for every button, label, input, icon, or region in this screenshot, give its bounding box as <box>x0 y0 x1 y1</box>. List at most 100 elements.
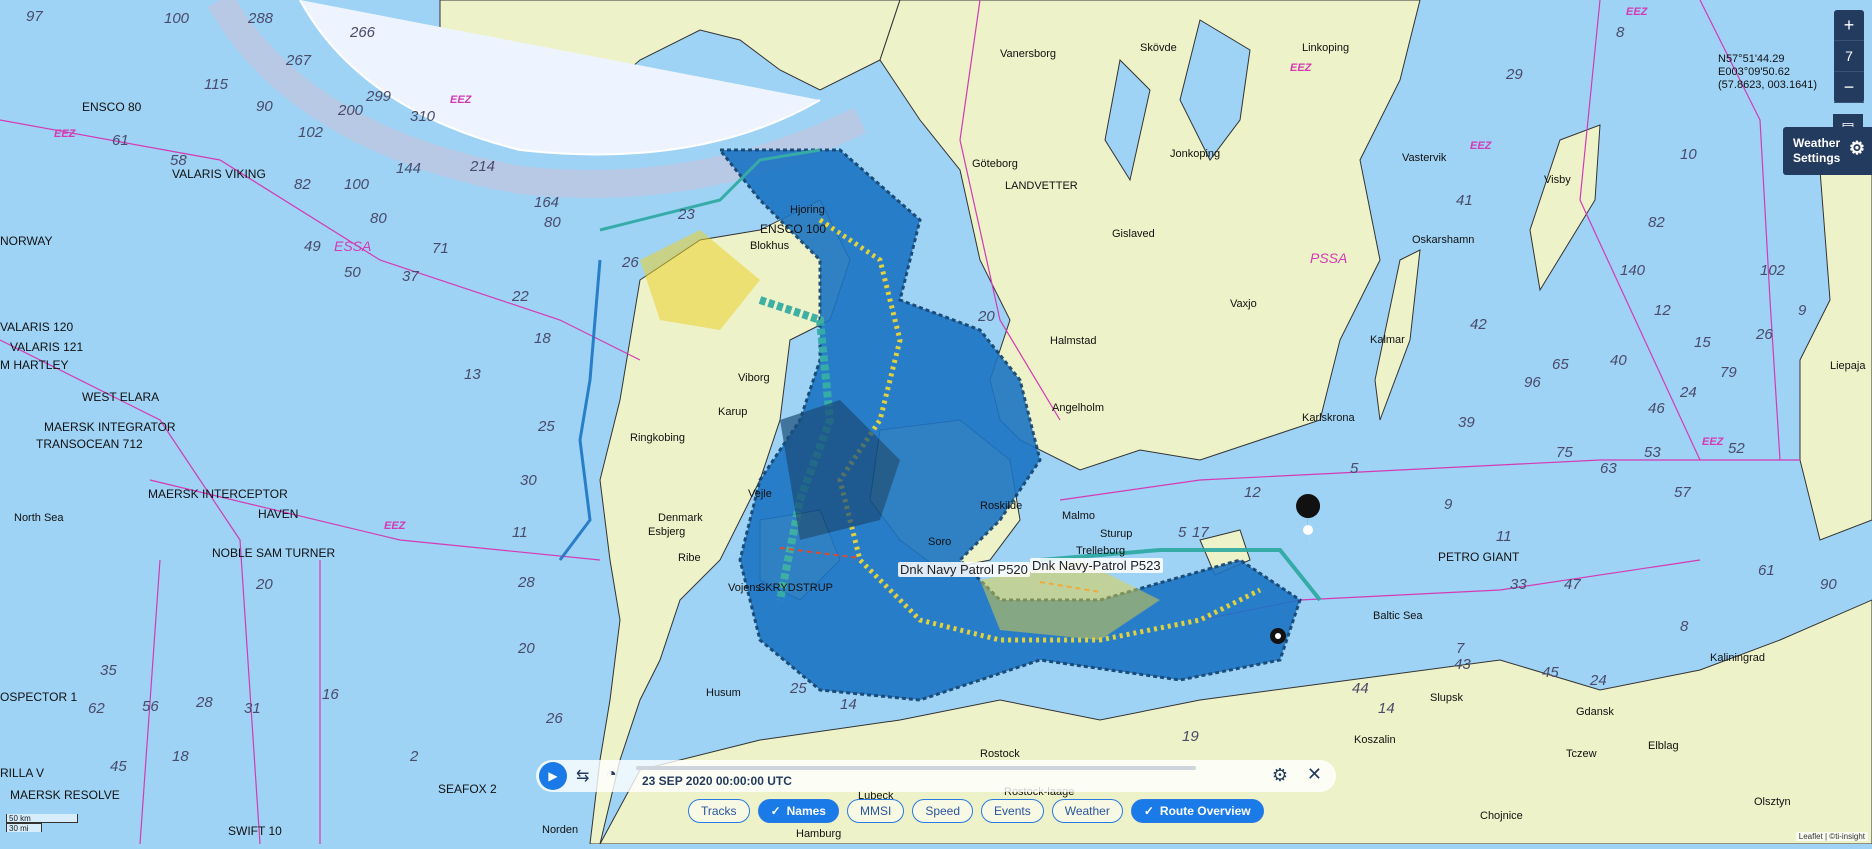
depth-label: 63 <box>1600 460 1617 477</box>
depth-label: 39 <box>1458 414 1475 431</box>
scale-mi: 30 mi <box>6 823 42 833</box>
city-label: Viborg <box>738 372 770 384</box>
playback-datetime: 23 SEP 2020 00:00:00 UTC <box>642 774 792 788</box>
city-label: Halmstad <box>1050 335 1097 347</box>
city-label: Liepaja <box>1830 360 1866 372</box>
depth-label: 41 <box>1456 192 1473 209</box>
city-label: Vojens <box>728 582 762 594</box>
loop-icon[interactable]: ⇆ <box>576 766 589 786</box>
city-label: LANDVETTER <box>1005 180 1078 192</box>
chip-mmsi[interactable]: MMSI <box>846 799 905 823</box>
depth-label: 140 <box>1620 262 1646 279</box>
depth-label: 11 <box>1496 528 1512 545</box>
depth-label: 214 <box>470 158 496 175</box>
depth-label: 29 <box>1506 66 1523 83</box>
rig-label: NORWAY <box>0 234 53 248</box>
city-label: Vaxjo <box>1230 298 1257 310</box>
depth-label: 18 <box>172 748 189 765</box>
city-label: Hjoring <box>790 204 825 216</box>
depth-label: 61 <box>1758 562 1775 579</box>
depth-label: 299 <box>366 88 392 105</box>
depth-label: 7 <box>1456 640 1465 657</box>
city-label: Gislaved <box>1112 228 1155 240</box>
depth-label: 42 <box>1470 316 1487 333</box>
depth-label: 13 <box>464 366 481 383</box>
cursor-coordinates: N57°51'44.29 E003°09'50.62 (57.8623, 003… <box>1718 53 1817 92</box>
depth-label: 200 <box>338 102 364 119</box>
depth-label: 33 <box>1510 576 1527 593</box>
depth-label: 53 <box>1644 444 1661 461</box>
depth-label: 28 <box>196 694 213 711</box>
coord-lat: N57°51'44.29 <box>1718 53 1785 65</box>
depth-label: 17 <box>1192 524 1209 541</box>
vessel-label[interactable]: Dnk Navy-Patrol P523 <box>1030 558 1163 573</box>
attribution[interactable]: Leaflet | ©ti-insight <box>1795 832 1868 841</box>
rig-label: OSPECTOR 1 <box>0 690 78 704</box>
city-label: Oskarshamn <box>1412 234 1475 246</box>
eez-label: EEZ <box>450 94 472 106</box>
depth-label: 5 <box>1178 524 1187 541</box>
city-label: Slupsk <box>1430 692 1464 704</box>
close-icon[interactable]: ✕ <box>1307 764 1322 785</box>
settings-label: Settings <box>1793 151 1841 165</box>
scale-km: 50 km <box>6 814 78 823</box>
rig-label: NOBLE SAM TURNER <box>212 546 336 560</box>
depth-label: 26 <box>622 254 639 271</box>
play-icon: ▶ <box>548 769 558 783</box>
depth-label: 288 <box>248 10 274 27</box>
city-label: Vejle <box>748 488 772 500</box>
chip-events[interactable]: Events <box>981 799 1044 823</box>
playback-bar: ▶ ⇆ ◔ 23 SEP 2020 00:00:00 UTC ⚙ ✕ <box>536 760 1336 792</box>
depth-label: 61 <box>112 132 129 149</box>
depth-label: 14 <box>1378 700 1395 717</box>
chip-route-overview[interactable]: Route Overview <box>1130 799 1264 823</box>
map-canvas[interactable]: ESSA PSSA North Sea Baltic Sea Göteborg … <box>0 0 1872 845</box>
city-label: Kalmar <box>1370 334 1405 346</box>
depth-label: 31 <box>244 700 261 717</box>
city-label: SKRYDSTRUP <box>758 582 833 594</box>
scale-bar: 50 km 30 mi <box>6 814 78 833</box>
depth-label: 266 <box>350 24 376 41</box>
city-label: Rostock <box>980 748 1020 760</box>
depth-label: 22 <box>512 288 529 305</box>
depth-label: 26 <box>546 710 563 727</box>
depth-label: 8 <box>1680 618 1689 635</box>
depth-label: 45 <box>110 758 127 775</box>
eez-label: EEZ <box>1470 140 1492 152</box>
weather-settings-button[interactable]: Weather Settings ⚙ <box>1783 127 1872 175</box>
playback-settings-icon[interactable]: ⚙ <box>1272 765 1288 786</box>
coord-lon: E003°09'50.62 <box>1718 66 1790 78</box>
zoom-level: 7 <box>1834 41 1864 72</box>
city-label: Denmark <box>658 512 703 524</box>
zone-label-west: ESSA <box>334 238 372 254</box>
chip-tracks[interactable]: Tracks <box>688 799 750 823</box>
city-label: Angelholm <box>1052 402 1104 414</box>
zoom-in-button[interactable]: + <box>1834 10 1864 41</box>
eez-label: EEZ <box>1702 436 1724 448</box>
playback-progress[interactable] <box>636 766 1196 770</box>
zoom-out-button[interactable]: − <box>1834 72 1864 103</box>
speed-gauge-icon[interactable]: ◔ <box>606 764 617 785</box>
chip-weather[interactable]: Weather <box>1051 799 1123 823</box>
chip-speed[interactable]: Speed <box>912 799 974 823</box>
zone-label-east: PSSA <box>1310 250 1348 266</box>
depth-label: 9 <box>1444 496 1453 513</box>
rig-label: MAERSK INTEGRATOR <box>44 420 176 434</box>
depth-label: 57 <box>1674 484 1691 501</box>
gear-icon: ⚙ <box>1848 138 1865 158</box>
rig-label: ENSCO 80 <box>82 100 142 114</box>
depth-label: 20 <box>978 308 995 325</box>
city-label: Blokhus <box>750 240 790 252</box>
chip-names[interactable]: Names <box>757 799 839 823</box>
play-button[interactable]: ▶ <box>539 762 567 790</box>
city-label: Linkoping <box>1302 42 1350 54</box>
vessel-label[interactable]: Dnk Navy Patrol P520 <box>898 562 1030 577</box>
depth-label: 14 <box>840 696 857 713</box>
rig-label: SWIFT 10 <box>228 824 282 838</box>
depth-label: 35 <box>100 662 117 679</box>
city-label: Esbjerg <box>648 526 686 538</box>
depth-label: 164 <box>534 194 560 211</box>
depth-label: 9 <box>1798 302 1807 319</box>
depth-label: 5 <box>1350 460 1359 477</box>
sea-label-baltic: Baltic Sea <box>1373 610 1423 622</box>
